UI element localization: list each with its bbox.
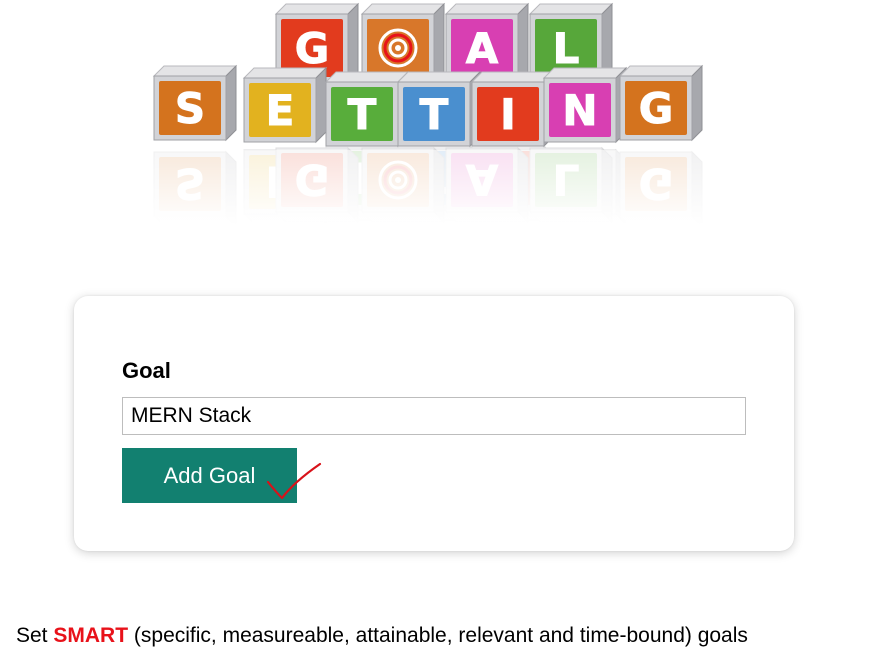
svg-text:N: N — [562, 86, 597, 135]
goal-input[interactable] — [122, 397, 746, 435]
logo-block-g: G — [618, 64, 704, 142]
hint-prefix: Set — [16, 624, 48, 647]
logo-block-a: A — [444, 2, 530, 84]
goal-label: Goal — [122, 358, 171, 383]
hint-suffix: (specific, measureable, attainable, rele… — [133, 624, 748, 647]
goal-setting-logo: GALSETTINGSETTINGGAL — [140, 0, 720, 225]
logo-block-t: T — [396, 70, 482, 148]
smart-goals-hint: Set SMART (specific, measureable, attain… — [16, 624, 748, 648]
svg-text:G: G — [295, 24, 329, 73]
svg-text:T: T — [420, 90, 449, 139]
logo-block-s: S — [152, 64, 238, 142]
svg-text:L: L — [553, 24, 580, 73]
logo-block-o — [360, 2, 446, 84]
logo-block-t: T — [324, 70, 410, 148]
goal-setting-logo-graphic: GALSETTINGSETTINGGAL — [140, 2, 720, 225]
logo-block-i: I — [470, 70, 556, 148]
goal-form-card: Goal Add Goal — [74, 296, 794, 551]
svg-text:S: S — [175, 84, 205, 133]
logo-block-n: N — [542, 66, 628, 144]
svg-text:G: G — [639, 84, 673, 133]
logo-block-e: E — [242, 66, 328, 144]
svg-text:A: A — [466, 24, 499, 73]
add-goal-button[interactable]: Add Goal — [122, 448, 297, 503]
hint-smart-highlight: SMART — [53, 624, 129, 647]
svg-text:T: T — [348, 90, 377, 139]
logo-blocks: G A LS E T T I N G — [152, 2, 704, 148]
svg-text:I: I — [500, 90, 516, 139]
svg-text:E: E — [266, 86, 295, 135]
